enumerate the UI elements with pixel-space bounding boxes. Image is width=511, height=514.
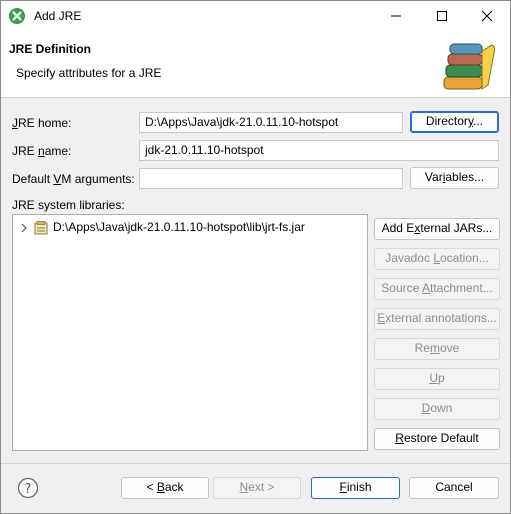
variables-button[interactable]: Variables... bbox=[410, 167, 499, 189]
restore-default-button[interactable]: Restore Default bbox=[374, 428, 500, 450]
vm-args-label: Default VM arguments: bbox=[12, 172, 135, 186]
maximize-button[interactable] bbox=[419, 1, 465, 31]
add-jre-dialog: Add JRE JRE Definition Specify attribute… bbox=[0, 0, 511, 514]
finish-button[interactable]: Finish bbox=[311, 477, 400, 499]
eclipse-app-icon bbox=[9, 8, 25, 24]
source-attachment-button[interactable]: Source Attachment... bbox=[374, 278, 500, 300]
footer-separator bbox=[1, 463, 510, 464]
back-button[interactable]: < Back bbox=[121, 477, 209, 499]
external-annotations-button[interactable]: External annotations... bbox=[374, 308, 500, 330]
jar-icon bbox=[34, 221, 48, 235]
remove-button[interactable]: Remove bbox=[374, 338, 500, 360]
close-icon bbox=[481, 10, 493, 22]
help-icon[interactable]: ? bbox=[17, 477, 39, 499]
javadoc-location-button[interactable]: Javadoc Location... bbox=[374, 248, 500, 270]
title-bar: Add JRE bbox=[1, 1, 510, 31]
libraries-tree[interactable]: D:\Apps\Java\jdk-21.0.11.10-hotspot\lib\… bbox=[12, 214, 368, 451]
libraries-label: JRE system libraries: bbox=[12, 198, 125, 212]
vm-args-field[interactable] bbox=[139, 168, 403, 189]
up-button[interactable]: Up bbox=[374, 368, 500, 390]
window-title: Add JRE bbox=[34, 9, 82, 23]
header-subtitle: Specify attributes for a JRE bbox=[16, 66, 162, 80]
wizard-header: JRE Definition Specify attributes for a … bbox=[1, 31, 510, 98]
jre-home-field[interactable]: D:\Apps\Java\jdk-21.0.11.10-hotspot bbox=[139, 112, 403, 133]
chevron-right-icon[interactable] bbox=[19, 222, 29, 234]
header-title: JRE Definition bbox=[9, 42, 92, 56]
library-path: D:\Apps\Java\jdk-21.0.11.10-hotspot\lib\… bbox=[53, 220, 305, 234]
books-icon bbox=[443, 43, 496, 90]
jre-name-label: JRE name: bbox=[12, 144, 72, 158]
directory-button[interactable]: Directory... bbox=[410, 111, 499, 133]
jre-name-field[interactable]: jdk-21.0.11.10-hotspot bbox=[139, 140, 499, 161]
add-external-jars-button[interactable]: Add External JARs... bbox=[374, 218, 500, 240]
next-button[interactable]: Next > bbox=[213, 477, 301, 499]
close-button[interactable] bbox=[464, 1, 510, 31]
maximize-icon bbox=[437, 11, 447, 21]
minimize-icon bbox=[391, 15, 401, 17]
library-item[interactable]: D:\Apps\Java\jdk-21.0.11.10-hotspot\lib\… bbox=[13, 219, 367, 237]
cancel-button[interactable]: Cancel bbox=[409, 477, 499, 499]
down-button[interactable]: Down bbox=[374, 398, 500, 420]
jre-home-label: JRE home: bbox=[12, 116, 72, 130]
minimize-button[interactable] bbox=[373, 1, 419, 31]
svg-text:?: ? bbox=[25, 482, 32, 497]
